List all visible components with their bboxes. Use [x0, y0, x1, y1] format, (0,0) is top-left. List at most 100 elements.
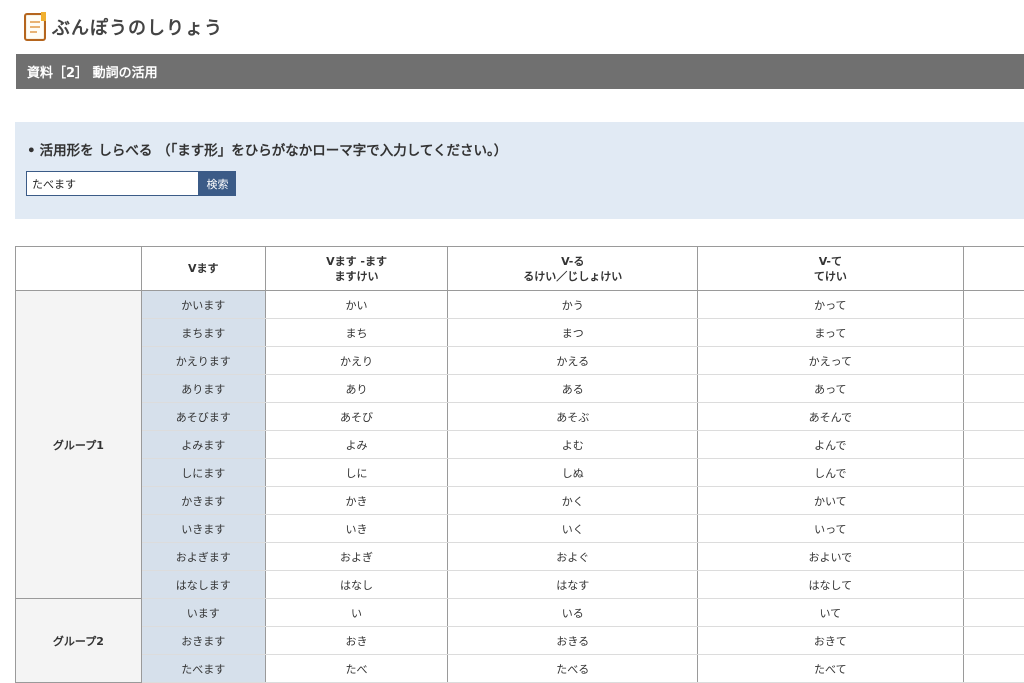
masu-stem-cell: おき	[264, 626, 449, 655]
table-row: いきます いき いく いって	[16, 514, 1024, 543]
ru-form-cell: いる	[447, 598, 699, 627]
masu-form-cell: よみます	[140, 430, 266, 459]
header-te-form: V-て てけい	[697, 246, 964, 291]
te-form-cell: あそんで	[697, 402, 964, 431]
masu-stem-cell: い	[264, 598, 449, 627]
te-form-cell: およいで	[697, 542, 964, 571]
next-column-cell	[962, 374, 1024, 403]
group-label: グループ1	[15, 290, 142, 599]
masu-stem-cell: およぎ	[264, 542, 449, 571]
header-ru-form: V-る るけい／じしょけい	[447, 246, 699, 291]
te-form-cell: かって	[697, 290, 964, 319]
header-next	[962, 246, 1024, 291]
masu-form-cell: まちます	[140, 318, 266, 347]
table-row: かえります かえり かえる かえって	[16, 346, 1024, 375]
site-title[interactable]: ぶんぽうのしりょう	[52, 14, 223, 40]
te-form-cell: しんで	[697, 458, 964, 487]
search-panel: •活用形を しらべる （「ます形」をひらがなかローマ字で入力してください。） 検…	[15, 122, 1024, 219]
masu-form-cell: およぎます	[140, 542, 266, 571]
ru-form-cell: かえる	[447, 346, 699, 375]
masu-form-cell: はなします	[140, 570, 266, 599]
bullet: •	[27, 143, 36, 159]
te-form-cell: いって	[697, 514, 964, 543]
te-form-cell: かえって	[697, 346, 964, 375]
header-masu-stem: Vます -ます ますけい	[264, 246, 449, 291]
te-form-cell: よんで	[697, 430, 964, 459]
masu-form-cell: いきます	[140, 514, 266, 543]
masu-stem-cell: かえり	[264, 346, 449, 375]
table-row: かきます かき かく かいて	[16, 486, 1024, 515]
next-column-cell	[962, 570, 1024, 599]
next-column-cell	[962, 486, 1024, 515]
ru-form-cell: よむ	[447, 430, 699, 459]
masu-stem-cell: かい	[264, 290, 449, 319]
masu-form-cell: たべます	[140, 654, 266, 683]
ru-form-cell: しぬ	[447, 458, 699, 487]
search-input[interactable]	[26, 171, 199, 196]
masu-form-cell: かいます	[140, 290, 266, 319]
next-column-cell	[962, 542, 1024, 571]
ru-form-cell: およぐ	[447, 542, 699, 571]
table-header-row: Vます Vます -ます ますけい V-る るけい／じしょけい V-て てけい	[15, 246, 1024, 291]
next-column-cell	[962, 654, 1024, 683]
table-row: あそびます あそび あそぶ あそんで	[16, 402, 1024, 431]
masu-form-cell: しにます	[140, 458, 266, 487]
next-column-cell	[962, 402, 1024, 431]
next-column-cell	[962, 458, 1024, 487]
table-row: およぎます およぎ およぐ およいで	[16, 542, 1024, 571]
masu-form-cell: かきます	[140, 486, 266, 515]
group-label: グループ2	[15, 598, 142, 683]
ru-form-cell: ある	[447, 374, 699, 403]
masu-stem-cell: いき	[264, 514, 449, 543]
masu-stem-cell: あそび	[264, 402, 449, 431]
masu-stem-cell: たべ	[264, 654, 449, 683]
masu-form-cell: います	[140, 598, 266, 627]
te-form-cell: かいて	[697, 486, 964, 515]
table-row: しにます しに しぬ しんで	[16, 458, 1024, 487]
table-row: よみます よみ よむ よんで	[16, 430, 1024, 459]
table-row: はなします はなし はなす はなして	[16, 570, 1024, 599]
masu-form-cell: かえります	[140, 346, 266, 375]
next-column-cell	[962, 430, 1024, 459]
masu-stem-cell: かき	[264, 486, 449, 515]
site-header: ぶんぽうのしりょう	[24, 10, 223, 44]
section-title: 資料［2］ 動詞の活用	[27, 66, 158, 81]
section-title-bar: 資料［2］ 動詞の活用	[16, 54, 1024, 89]
ru-form-cell: はなす	[447, 570, 699, 599]
header-masu: Vます	[140, 246, 266, 291]
table-row: あります あり ある あって	[16, 374, 1024, 403]
next-column-cell	[962, 598, 1024, 627]
notebook-icon	[24, 12, 48, 42]
te-form-cell: まって	[697, 318, 964, 347]
te-form-cell: おきて	[697, 626, 964, 655]
search-button[interactable]: 検索	[199, 171, 236, 196]
te-form-cell: あって	[697, 374, 964, 403]
next-column-cell	[962, 318, 1024, 347]
te-form-cell: いて	[697, 598, 964, 627]
te-form-cell: たべて	[697, 654, 964, 683]
search-instruction: • 活用形を しらべる （「ます形」をひらがなかローマ字で入力してください。）	[27, 139, 507, 159]
masu-stem-cell: しに	[264, 458, 449, 487]
te-form-cell: はなして	[697, 570, 964, 599]
masu-form-cell: あります	[140, 374, 266, 403]
masu-form-cell: あそびます	[140, 402, 266, 431]
table-row: グループ1 かいます かい かう かって	[15, 290, 1024, 599]
header-group	[15, 246, 142, 291]
search-instruction-text: 活用形を しらべる （「ます形」をひらがなかローマ字で入力してください。）	[39, 143, 508, 159]
conjugation-table: Vます Vます -ます ますけい V-る るけい／じしょけい V-て てけい グループ…	[15, 246, 1024, 683]
masu-stem-cell: よみ	[264, 430, 449, 459]
ru-form-cell: たべる	[447, 654, 699, 683]
ru-form-cell: かく	[447, 486, 699, 515]
masu-stem-cell: あり	[264, 374, 449, 403]
table-row: まちます まち まつ まって	[16, 318, 1024, 347]
table-row: たべます たべ たべる たべて	[16, 654, 1024, 683]
ru-form-cell: まつ	[447, 318, 699, 347]
table-row: グループ2 いますいいる いて	[15, 598, 1024, 683]
ru-form-cell: あそぶ	[447, 402, 699, 431]
masu-form-cell: おきます	[140, 626, 266, 655]
next-column-cell	[962, 626, 1024, 655]
masu-stem-cell: はなし	[264, 570, 449, 599]
next-column-cell	[962, 346, 1024, 375]
masu-stem-cell: まち	[264, 318, 449, 347]
ru-form-cell: おきる	[447, 626, 699, 655]
